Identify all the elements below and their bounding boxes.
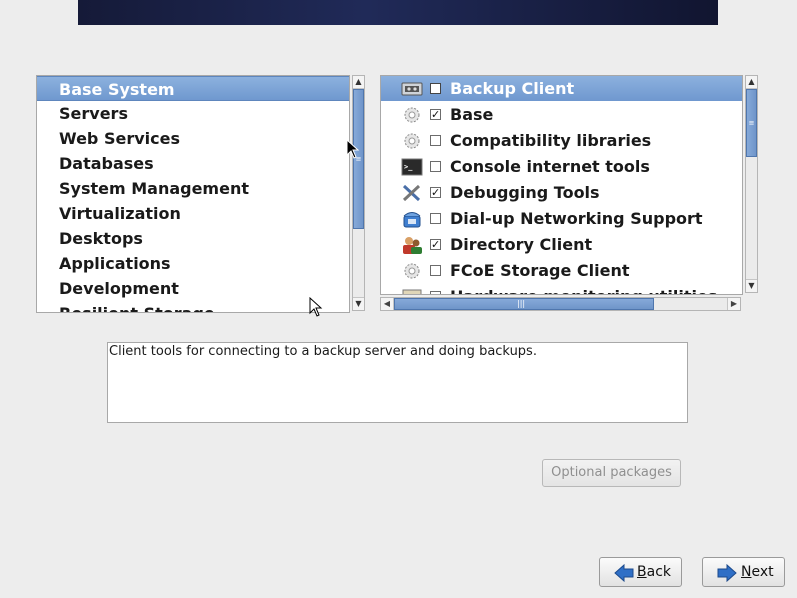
- gear-icon: [404, 263, 420, 279]
- package-label: Backup Client: [450, 79, 575, 98]
- package-horizontal-scrollbar[interactable]: ◀ ||| ▶: [380, 297, 741, 311]
- category-item-development[interactable]: Development: [37, 276, 349, 301]
- grip-icon: ≡: [748, 119, 755, 127]
- terminal-icon: >_: [401, 158, 423, 176]
- checkbox-compatibility-libraries[interactable]: [430, 135, 441, 146]
- package-item-directory-client[interactable]: ✓ Directory Client: [381, 232, 742, 258]
- category-item-servers[interactable]: Servers: [37, 101, 349, 126]
- scroll-down-arrow-icon[interactable]: ▼: [746, 279, 757, 292]
- checkbox-fcoe-storage-client[interactable]: [430, 265, 441, 276]
- package-vertical-scrollbar[interactable]: ▲ ≡ ▼: [745, 75, 758, 293]
- category-item-resilient-storage[interactable]: Resilient Storage: [37, 301, 349, 312]
- package-item-compatibility-libraries[interactable]: Compatibility libraries: [381, 128, 742, 154]
- category-item-web-services[interactable]: Web Services: [37, 126, 349, 151]
- category-item-base-system[interactable]: Base System: [37, 76, 349, 101]
- backup-icon: [401, 82, 423, 96]
- package-label: Compatibility libraries: [450, 131, 652, 150]
- checkbox-backup-client[interactable]: [430, 83, 441, 94]
- package-list[interactable]: Backup Client ✓ Base Compatibility libra…: [380, 75, 743, 295]
- header-banner: [78, 0, 718, 25]
- checkbox-directory-client[interactable]: ✓: [430, 239, 441, 250]
- scroll-thumb[interactable]: ≡: [353, 89, 364, 229]
- package-item-fcoe-storage-client[interactable]: FCoE Storage Client: [381, 258, 742, 284]
- category-item-applications[interactable]: Applications: [37, 251, 349, 276]
- package-item-console-internet-tools[interactable]: >_ Console internet tools: [381, 154, 742, 180]
- package-item-backup-client[interactable]: Backup Client: [381, 76, 742, 101]
- scroll-down-arrow-icon[interactable]: ▼: [353, 297, 364, 310]
- package-label: Directory Client: [450, 235, 593, 254]
- optional-packages-button[interactable]: Optional packages: [542, 459, 681, 487]
- package-item-dial-up-networking-support[interactable]: Dial-up Networking Support: [381, 206, 742, 232]
- scroll-thumb[interactable]: |||: [394, 298, 654, 310]
- arrow-left-icon: [614, 564, 634, 582]
- category-item-virtualization[interactable]: Virtualization: [37, 201, 349, 226]
- next-button-label: Next: [741, 558, 774, 586]
- category-item-system-management[interactable]: System Management: [37, 176, 349, 201]
- back-label-rest: ack: [646, 564, 671, 580]
- next-accesskey: N: [741, 564, 752, 580]
- scroll-up-arrow-icon[interactable]: ▲: [353, 76, 364, 89]
- phone-icon: [403, 212, 421, 228]
- scroll-left-arrow-icon[interactable]: ◀: [381, 298, 394, 310]
- package-description: Client tools for connecting to a backup …: [107, 342, 688, 423]
- category-item-desktops[interactable]: Desktops: [37, 226, 349, 251]
- tools-icon: [402, 184, 421, 202]
- checkbox-base[interactable]: ✓: [430, 109, 441, 120]
- package-label: Debugging Tools: [450, 183, 600, 202]
- package-label: Dial-up Networking Support: [450, 209, 703, 228]
- monitor-icon: [402, 289, 422, 294]
- scroll-right-arrow-icon[interactable]: ▶: [727, 298, 740, 310]
- package-label: Base: [450, 105, 494, 124]
- checkbox-debugging-tools[interactable]: ✓: [430, 187, 441, 198]
- package-item-debugging-tools[interactable]: ✓ Debugging Tools: [381, 180, 742, 206]
- gear-icon: [404, 133, 420, 149]
- mouse-cursor-icon: [346, 139, 360, 159]
- back-button[interactable]: Back: [599, 557, 682, 587]
- package-label: Hardware monitoring utilities: [450, 284, 717, 294]
- mouse-cursor-icon: [309, 297, 323, 317]
- package-item-base[interactable]: ✓ Base: [381, 102, 742, 128]
- package-item-hardware-monitoring-utilities[interactable]: Hardware monitoring utilities: [381, 284, 742, 294]
- next-label-rest: ext: [751, 564, 774, 580]
- back-button-label: Back: [637, 558, 671, 586]
- package-label: Console internet tools: [450, 157, 650, 176]
- users-icon: [403, 237, 422, 254]
- scroll-up-arrow-icon[interactable]: ▲: [746, 76, 757, 89]
- checkbox-dial-up-networking-support[interactable]: [430, 213, 441, 224]
- back-accesskey: B: [637, 564, 647, 580]
- checkbox-console-internet-tools[interactable]: [430, 161, 441, 172]
- package-label: FCoE Storage Client: [450, 261, 630, 280]
- checkbox-hardware-monitoring-utilities[interactable]: [430, 291, 441, 294]
- gear-icon: [404, 107, 420, 123]
- category-item-databases[interactable]: Databases: [37, 151, 349, 176]
- next-button[interactable]: Next: [702, 557, 785, 587]
- category-list[interactable]: Base System Servers Web Services Databas…: [36, 75, 350, 313]
- grip-icon: |||: [517, 299, 526, 308]
- svg-text:>_: >_: [404, 163, 413, 171]
- category-vertical-scrollbar[interactable]: ▲ ≡ ▼: [352, 75, 365, 311]
- arrow-right-icon: [717, 564, 737, 582]
- scroll-thumb[interactable]: ≡: [746, 89, 757, 157]
